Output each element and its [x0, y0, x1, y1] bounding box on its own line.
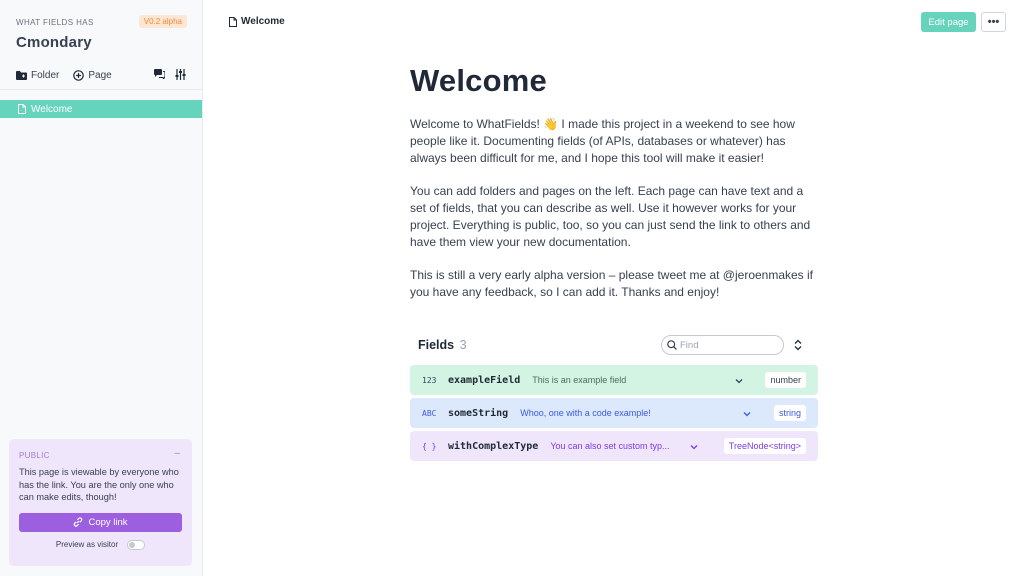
link-icon — [74, 517, 83, 527]
page-title: Welcome — [410, 63, 547, 98]
tree-item-label: Welcome — [31, 103, 73, 115]
comments-icon[interactable] — [154, 69, 165, 80]
find-input[interactable] — [680, 339, 780, 351]
breadcrumb[interactable]: Welcome — [229, 16, 285, 27]
page-content: Welcome Welcome to WhatFields! 👋 I made … — [410, 63, 818, 301]
page-icon — [229, 16, 237, 27]
app: WHAT FIELDS HAS Cmondary V0.2 alpha Fold… — [0, 0, 1024, 576]
paragraph: This is still a very early alpha version… — [410, 268, 814, 299]
field-row[interactable]: ABC someString Whoo, one with a code exa… — [410, 398, 818, 428]
field-type-badge: string — [773, 405, 806, 421]
breadcrumb-label: Welcome — [241, 16, 285, 27]
fields-title-label: Fields — [418, 338, 455, 352]
collapse-button[interactable]: – — [174, 448, 180, 459]
page-tree: Welcome — [0, 100, 202, 118]
main: Welcome Edit page ••• Welcome Welcome to… — [203, 0, 1024, 576]
public-label: PUBLIC — [19, 451, 50, 460]
version-badge: V0.2 alpha — [138, 15, 187, 28]
text-type-icon: ABC — [422, 408, 437, 418]
copy-link-button[interactable]: Copy link — [19, 512, 182, 532]
copy-link-label: Copy link — [88, 516, 128, 528]
field-row[interactable]: { } withComplexType You can also set cus… — [410, 431, 818, 461]
tree-item-welcome[interactable]: Welcome — [0, 100, 202, 118]
field-row[interactable]: 123 exampleField This is an example fiel… — [410, 365, 818, 395]
sidebar-toolbar: Folder Page — [0, 62, 202, 90]
field-name: someString — [448, 407, 509, 419]
field-type-badge: number — [765, 372, 806, 388]
add-folder-button[interactable]: Folder — [16, 70, 59, 81]
more-options-button[interactable]: ••• — [981, 12, 1006, 32]
preview-row: Preview as visitor — [19, 539, 182, 550]
paragraph: Welcome to WhatFields! 👋 I made this pro… — [410, 117, 795, 165]
settings-sliders-icon[interactable] — [175, 69, 186, 80]
chevron-down-icon[interactable] — [690, 437, 698, 455]
field-description: This is an example field — [532, 375, 627, 385]
chevron-down-icon[interactable] — [735, 371, 743, 389]
sidebar: WHAT FIELDS HAS Cmondary V0.2 alpha Fold… — [0, 0, 203, 576]
field-name: withComplexType — [448, 440, 539, 452]
field-name: exampleField — [448, 374, 521, 386]
object-type-icon: { } — [422, 441, 437, 451]
fields-title: Fields 3 — [418, 338, 467, 352]
field-type-badge: TreeNode<string> — [723, 438, 806, 454]
preview-label: Preview as visitor — [55, 540, 119, 549]
brand: WHAT FIELDS HAS Cmondary V0.2 alpha — [0, 0, 202, 62]
add-folder-label: Folder — [31, 70, 60, 81]
sort-icon[interactable] — [794, 338, 802, 356]
brand-title: Cmondary — [16, 34, 92, 51]
edit-page-button[interactable]: Edit page — [921, 12, 976, 32]
field-description: You can also set custom typ... — [550, 441, 670, 451]
folder-icon — [16, 71, 27, 80]
fields-header: Fields 3 — [410, 334, 818, 356]
add-page-label: Page — [88, 70, 112, 81]
number-type-icon: 123 — [422, 375, 437, 385]
paragraph: You can add folders and pages on the lef… — [410, 184, 811, 249]
find-field[interactable] — [661, 335, 784, 355]
field-description: Whoo, one with a code example! — [520, 408, 651, 418]
add-page-button[interactable]: Page — [73, 70, 112, 81]
page-icon — [18, 104, 26, 114]
public-card: PUBLIC – This page is viewable by everyo… — [9, 439, 192, 566]
public-description: This page is viewable by everyone who ha… — [19, 467, 179, 502]
search-icon — [667, 340, 677, 350]
preview-toggle[interactable] — [127, 539, 146, 550]
topbar: Welcome Edit page ••• — [203, 0, 1024, 43]
fields-count: 3 — [459, 338, 467, 352]
chevron-down-icon[interactable] — [743, 404, 751, 422]
toolbar-right — [144, 69, 186, 80]
plus-circle-icon — [73, 70, 85, 81]
